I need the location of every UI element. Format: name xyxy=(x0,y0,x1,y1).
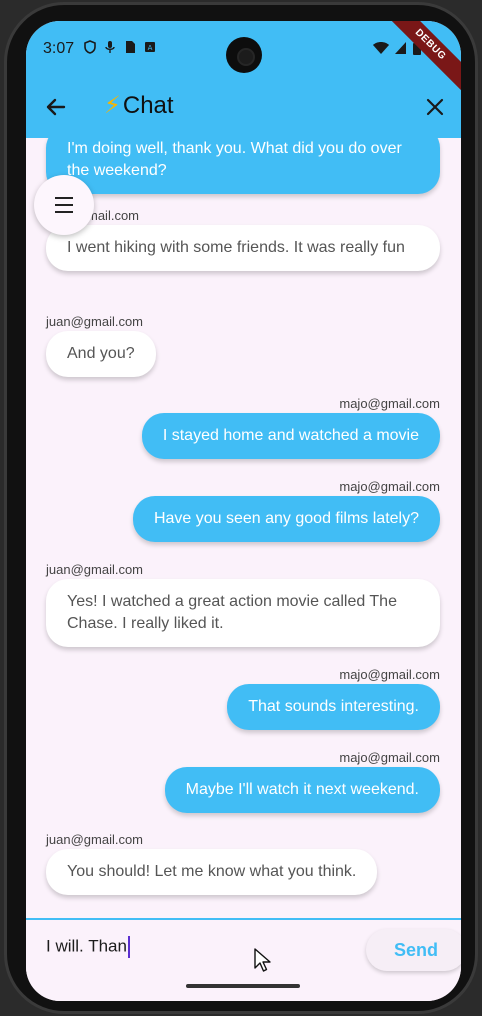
message-item: juan@gmail.com Yes! I watched a great ac… xyxy=(46,562,440,647)
message-bubble: Yes! I watched a great action movie call… xyxy=(46,579,440,647)
wifi-icon xyxy=(373,42,389,54)
message-bubble: I stayed home and watched a movie xyxy=(141,413,440,459)
screen: 3:07 A DEBUG ⚡ Chat I'm doing well, than… xyxy=(26,21,461,1001)
svg-text:A: A xyxy=(148,44,153,52)
mouse-cursor-icon xyxy=(254,948,271,972)
message-item: majo@gmail.com That sounds interesting. xyxy=(227,667,440,730)
message-sender: majo@gmail.com xyxy=(339,479,440,494)
message-bubble: That sounds interesting. xyxy=(227,684,440,730)
front-camera xyxy=(226,37,262,73)
message-bubble: You should! Let me know what you think. xyxy=(46,849,378,895)
message-sender: mail.com xyxy=(87,208,140,223)
lightning-icon: ⚡ xyxy=(104,92,121,119)
back-arrow-icon[interactable] xyxy=(42,93,70,121)
menu-button[interactable] xyxy=(34,175,94,235)
message-item: majo@gmail.com I stayed home and watched… xyxy=(141,396,440,459)
status-icons: A xyxy=(84,40,156,54)
page-title: ⚡ Chat xyxy=(104,91,174,120)
message-sender: juan@gmail.com xyxy=(46,832,144,847)
message-bubble: Maybe I'll watch it next weekend. xyxy=(164,767,440,813)
message-input-value: I will. Than xyxy=(46,936,127,956)
message-input[interactable]: I will. Than xyxy=(46,936,346,962)
message-item: majo@gmail.com Maybe I'll watch it next … xyxy=(164,750,440,813)
app-bar: 3:07 A DEBUG ⚡ Chat xyxy=(26,21,461,138)
message-item: majo@gmail.com Have you seen any good fi… xyxy=(132,479,440,542)
message-bubble: Have you seen any good films lately? xyxy=(132,496,440,542)
shield-icon xyxy=(84,40,96,54)
message-composer: I will. Than Send xyxy=(26,918,461,1001)
app-notification-icon: A xyxy=(145,42,155,52)
message-sender: majo@gmail.com xyxy=(339,396,440,411)
message-sender: juan@gmail.com xyxy=(46,314,144,329)
message-item: juan@gmail.com And you? xyxy=(46,314,156,377)
message-bubble: And you? xyxy=(46,331,156,377)
send-button[interactable]: Send xyxy=(366,929,461,971)
menu-icon-line xyxy=(55,197,73,199)
signal-icon xyxy=(395,42,406,54)
message-sender: juan@gmail.com xyxy=(46,562,144,577)
message-item: I'm doing well, thank you. What did you … xyxy=(46,138,440,194)
message-bubble: I went hiking with some friends. It was … xyxy=(46,225,440,271)
menu-icon-line xyxy=(55,204,73,206)
message-sender: majo@gmail.com xyxy=(339,667,440,682)
status-time: 3:07 xyxy=(43,40,75,57)
message-sender: majo@gmail.com xyxy=(339,750,440,765)
text-caret xyxy=(127,936,130,958)
debug-banner: DEBUG xyxy=(384,21,461,91)
message-bubble: I'm doing well, thank you. What did you … xyxy=(46,138,440,194)
message-item: mail.com I went hiking with some friends… xyxy=(46,208,440,271)
close-icon[interactable] xyxy=(423,95,447,119)
microphone-icon xyxy=(105,41,115,53)
chat-message-list[interactable]: I'm doing well, thank you. What did you … xyxy=(26,138,461,918)
message-item: juan@gmail.com You should! Let me know w… xyxy=(46,832,378,895)
home-indicator[interactable] xyxy=(186,984,300,988)
menu-icon-line xyxy=(55,211,73,213)
page-title-text: Chat xyxy=(122,91,174,119)
sim-card-icon xyxy=(126,41,135,53)
